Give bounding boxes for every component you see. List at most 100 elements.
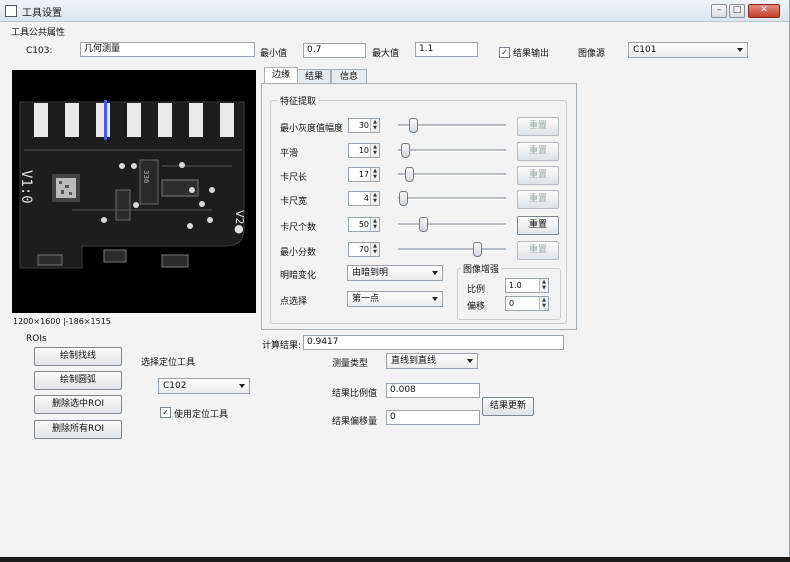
image-source-value: C101 (633, 45, 657, 55)
feature-heading: 特征提取 (278, 94, 319, 107)
use-locate-tool-label: 使用定位工具 (174, 410, 229, 420)
delete-selected-roi-button[interactable]: 删除选中ROI (34, 395, 122, 414)
polarity-label: 明暗变化 (280, 271, 317, 281)
slider-thumb[interactable] (401, 143, 411, 158)
reset-button[interactable]: 重置 (517, 241, 559, 260)
tab-info[interactable]: 信息 (331, 69, 367, 84)
spinner-arrows-icon[interactable]: ▲ ▼ (370, 168, 379, 181)
enhance-scale-value: 1.0 (509, 281, 522, 290)
tool-settings-window: 工具设置 – □ ✕ 工具公共属性 C103: 几何测量 最小值 0.7 最大值… (0, 0, 790, 557)
spinner-arrows-icon[interactable]: ▲ ▼ (539, 279, 548, 292)
tool-name-field[interactable]: 几何测量 (80, 42, 255, 57)
delete-all-roi-button[interactable]: 删除所有ROI (34, 420, 122, 439)
image-display[interactable]: V1:0 V2● 336 (12, 70, 256, 313)
slider-track (398, 223, 506, 226)
minimize-button[interactable]: – (711, 4, 727, 18)
feature-row-slider[interactable] (398, 241, 506, 257)
spinner-arrows-icon[interactable]: ▲ ▼ (370, 218, 379, 231)
calc-result-field: 0.9417 (303, 335, 564, 350)
feature-row-slider[interactable] (398, 166, 506, 182)
chevron-down-icon (467, 359, 473, 363)
result-output-checkbox[interactable]: ✓ (499, 47, 510, 58)
feature-row-value: 4 (363, 194, 369, 203)
feature-row-value: 10 (358, 146, 369, 155)
chevron-down-icon (737, 48, 743, 52)
feature-row-label: 最小灰度值幅度 (280, 124, 344, 134)
use-locate-tool-checkbox[interactable]: ✓ (160, 407, 171, 418)
result-offset-field[interactable]: 0 (386, 410, 480, 425)
max-value-field[interactable]: 1.1 (415, 42, 478, 57)
feature-row-value: 30 (358, 121, 369, 130)
enhance-heading: 图像增强 (461, 262, 502, 275)
spinner-arrows-icon[interactable]: ▲ ▼ (539, 297, 548, 310)
measure-type-label: 测量类型 (332, 359, 369, 369)
result-output-label: 结果输出 (513, 49, 550, 59)
feature-row-spinner[interactable]: 10 ▲ ▼ (348, 143, 380, 158)
locate-tool-value: C102 (163, 381, 187, 391)
feature-row-slider[interactable] (398, 117, 506, 133)
slider-track (398, 197, 506, 200)
enhance-scale-label: 比例 (467, 285, 486, 295)
spinner-arrows-icon[interactable]: ▲ ▼ (370, 192, 379, 205)
feature-row-spinner[interactable]: 50 ▲ ▼ (348, 217, 380, 232)
slider-thumb[interactable] (399, 191, 409, 206)
slider-thumb[interactable] (418, 217, 428, 232)
enhance-offset-label: 偏移 (467, 302, 486, 312)
tab-edge[interactable]: 边缘 (264, 67, 298, 84)
tool-id-label: C103: (26, 46, 53, 56)
slider-thumb[interactable] (404, 167, 414, 182)
locate-tool-select[interactable]: C102 (158, 378, 250, 394)
slider-track (398, 149, 506, 152)
measure-type-select[interactable]: 直线到直线 (386, 353, 478, 369)
slider-thumb[interactable] (472, 242, 482, 257)
feature-row-value: 50 (358, 220, 369, 229)
image-source-select[interactable]: C101 (628, 42, 748, 58)
reset-button[interactable]: 重置 (517, 166, 559, 185)
pcb-image: V1:0 V2● 336 (12, 70, 256, 313)
window-title: 工具设置 (22, 8, 62, 19)
polarity-select[interactable]: 由暗到明 (347, 265, 443, 281)
reset-button[interactable]: 重置 (517, 216, 559, 235)
tab-result[interactable]: 结果 (297, 69, 331, 84)
draw-line-roi-button[interactable]: 绘制找线 (34, 347, 122, 366)
enhance-offset-value: 0 (509, 299, 515, 308)
result-offset-label: 结果偏移量 (332, 417, 378, 427)
spinner-arrows-icon[interactable]: ▲ ▼ (370, 144, 379, 157)
result-scale-field[interactable]: 0.008 (386, 383, 480, 398)
feature-row-slider[interactable] (398, 190, 506, 206)
feature-row-spinner[interactable]: 4 ▲ ▼ (348, 191, 380, 206)
point-select[interactable]: 第一点 (347, 291, 443, 307)
draw-arc-roi-button[interactable]: 绘制圆弧 (34, 371, 122, 390)
feature-row-slider[interactable] (398, 216, 506, 232)
reset-button[interactable]: 重置 (517, 190, 559, 209)
maximize-button[interactable]: □ (729, 4, 745, 18)
slider-track (398, 173, 506, 176)
feature-row-spinner[interactable]: 70 ▲ ▼ (348, 242, 380, 257)
board-version-text: V1:0 (18, 170, 34, 204)
image-status: 1200×1600 |-186×1515 (13, 317, 111, 326)
spinner-arrows-icon[interactable]: ▲ ▼ (370, 119, 379, 132)
feature-row-value: 17 (358, 170, 369, 179)
public-props-heading: 工具公共属性 (11, 28, 66, 38)
enhance-offset-spinner[interactable]: 0 ▲ ▼ (505, 296, 549, 311)
image-source-label: 图像源 (578, 49, 606, 59)
enhance-scale-spinner[interactable]: 1.0 ▲ ▼ (505, 278, 549, 293)
slider-thumb[interactable] (409, 118, 419, 133)
chevron-down-icon (432, 271, 438, 275)
feature-row-label: 卡尺长 (280, 173, 308, 183)
feature-row-label: 卡尺个数 (280, 223, 317, 233)
spinner-arrows-icon[interactable]: ▲ ▼ (370, 243, 379, 256)
feature-row-spinner[interactable]: 30 ▲ ▼ (348, 118, 380, 133)
feature-row-value: 70 (358, 245, 369, 254)
reset-button[interactable]: 重置 (517, 117, 559, 136)
min-value-field[interactable]: 0.7 (303, 43, 366, 58)
feature-row-label: 平滑 (280, 149, 299, 159)
close-button[interactable]: ✕ (748, 4, 780, 18)
feature-row-slider[interactable] (398, 142, 506, 158)
point-select-value: 第一点 (352, 294, 380, 304)
feature-row-label: 最小分数 (280, 248, 317, 258)
title-bar: 工具设置 – □ ✕ (0, 0, 789, 22)
feature-row-spinner[interactable]: 17 ▲ ▼ (348, 167, 380, 182)
reset-button[interactable]: 重置 (517, 142, 559, 161)
update-result-button[interactable]: 结果更新 (482, 397, 534, 416)
